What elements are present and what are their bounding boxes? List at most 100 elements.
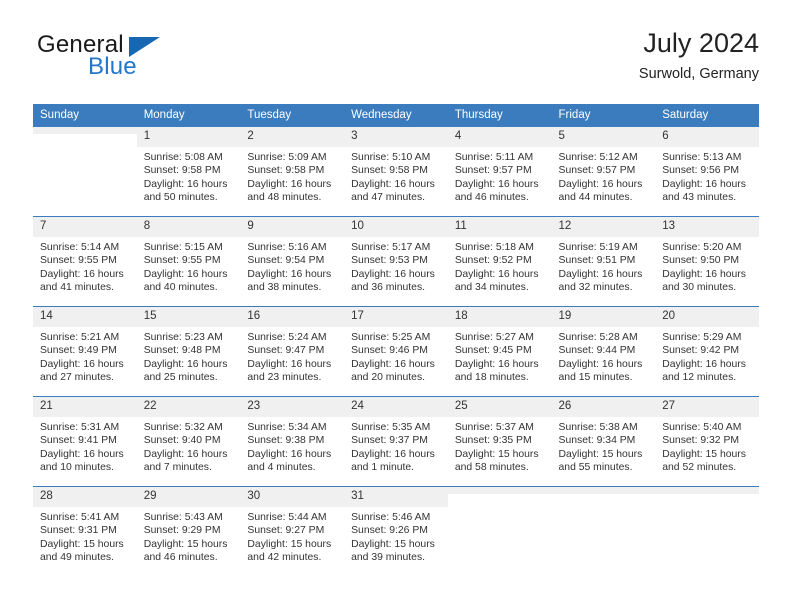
day-cell[interactable]: 22 Sunrise: 5:32 AM Sunset: 9:40 PM Dayl…: [136, 396, 241, 487]
day-info: Sunrise: 5:25 AM Sunset: 9:46 PM Dayligh…: [344, 327, 448, 385]
day-cell[interactable]: 8 Sunrise: 5:15 AM Sunset: 9:55 PM Dayli…: [136, 216, 241, 307]
day-cell[interactable]: 5 Sunrise: 5:12 AM Sunset: 9:57 PM Dayli…: [551, 126, 656, 217]
day-cell[interactable]: 17 Sunrise: 5:25 AM Sunset: 9:46 PM Dayl…: [344, 306, 448, 397]
day-info: Sunrise: 5:19 AM Sunset: 9:51 PM Dayligh…: [552, 237, 656, 295]
day-number: 6: [655, 127, 759, 147]
page-header: General Blue July 2024 Surwold, Germany: [33, 26, 759, 98]
sunrise-text: Sunrise: 5:28 AM: [558, 332, 638, 343]
calendar-body: 1 Sunrise: 5:08 AM Sunset: 9:58 PM Dayli…: [33, 126, 759, 577]
calendar-page: General Blue July 2024 Surwold, Germany …: [0, 0, 792, 612]
daylight-text-line1: Daylight: 16 hours: [143, 358, 228, 370]
day-cell[interactable]: 25 Sunrise: 5:37 AM Sunset: 9:35 PM Dayl…: [447, 396, 552, 487]
daylight-text-line1: Daylight: 15 hours: [247, 538, 332, 550]
daylight-text-line1: Daylight: 16 hours: [662, 358, 746, 370]
page-subtitle: Surwold, Germany: [638, 66, 759, 82]
sunset-text: Sunset: 9:57 PM: [454, 165, 532, 177]
day-cell[interactable]: 2 Sunrise: 5:09 AM Sunset: 9:58 PM Dayli…: [240, 126, 345, 217]
sunset-text: Sunset: 9:50 PM: [662, 255, 740, 267]
day-info: Sunrise: 5:32 AM Sunset: 9:40 PM Dayligh…: [137, 417, 241, 475]
day-number: 26: [551, 397, 656, 417]
sunset-text: Sunset: 9:27 PM: [247, 525, 325, 537]
sunrise-text: Sunrise: 5:20 AM: [662, 242, 742, 253]
day-cell[interactable]: 3 Sunrise: 5:10 AM Sunset: 9:58 PM Dayli…: [344, 126, 448, 217]
day-number: 4: [447, 127, 552, 147]
daylight-text-line2: and 48 minutes.: [247, 192, 322, 204]
day-number: 16: [240, 307, 345, 327]
day-cell: [447, 486, 552, 577]
day-cell[interactable]: 1 Sunrise: 5:08 AM Sunset: 9:58 PM Dayli…: [136, 126, 241, 217]
daylight-text-line1: Daylight: 16 hours: [247, 358, 332, 370]
day-info: Sunrise: 5:24 AM Sunset: 9:47 PM Dayligh…: [240, 327, 344, 385]
day-number: 20: [655, 307, 759, 327]
day-cell[interactable]: 13 Sunrise: 5:20 AM Sunset: 9:50 PM Dayl…: [655, 216, 759, 307]
sunrise-text: Sunrise: 5:35 AM: [351, 422, 431, 433]
day-cell[interactable]: 29 Sunrise: 5:43 AM Sunset: 9:29 PM Dayl…: [136, 486, 241, 577]
daylight-text-line2: and 27 minutes.: [40, 372, 114, 384]
day-cell[interactable]: 12 Sunrise: 5:19 AM Sunset: 9:51 PM Dayl…: [551, 216, 656, 307]
day-cell[interactable]: 7 Sunrise: 5:14 AM Sunset: 9:55 PM Dayli…: [33, 216, 137, 307]
day-info: Sunrise: 5:38 AM Sunset: 9:34 PM Dayligh…: [552, 417, 656, 475]
sunset-text: Sunset: 9:38 PM: [247, 435, 325, 447]
sunset-text: Sunset: 9:37 PM: [351, 435, 428, 447]
daylight-text-line2: and 20 minutes.: [351, 372, 426, 384]
daylight-text-line1: Daylight: 15 hours: [454, 448, 539, 460]
sunrise-text: Sunrise: 5:21 AM: [40, 332, 120, 343]
daylight-text-line1: Daylight: 16 hours: [351, 268, 435, 280]
day-info: Sunrise: 5:29 AM Sunset: 9:42 PM Dayligh…: [655, 327, 759, 385]
sunrise-text: Sunrise: 5:24 AM: [247, 332, 327, 343]
day-number: 30: [240, 487, 345, 507]
sunrise-text: Sunrise: 5:29 AM: [662, 332, 742, 343]
day-cell[interactable]: 21 Sunrise: 5:31 AM Sunset: 9:41 PM Dayl…: [33, 396, 137, 487]
sunset-text: Sunset: 9:55 PM: [143, 255, 221, 267]
sunset-text: Sunset: 9:56 PM: [662, 165, 740, 177]
day-number: 28: [33, 487, 137, 507]
weekday-header-tuesday: Tuesday: [240, 104, 345, 127]
sunrise-text: Sunrise: 5:14 AM: [40, 242, 120, 253]
daylight-text-line1: Daylight: 16 hours: [247, 268, 332, 280]
day-cell[interactable]: 23 Sunrise: 5:34 AM Sunset: 9:38 PM Dayl…: [240, 396, 345, 487]
daylight-text-line1: Daylight: 15 hours: [40, 538, 124, 550]
weekday-header-row: Sunday Monday Tuesday Wednesday Thursday…: [33, 104, 759, 127]
sunset-text: Sunset: 9:34 PM: [558, 435, 636, 447]
general-blue-logo[interactable]: General Blue: [33, 32, 233, 88]
sunset-text: Sunset: 9:44 PM: [558, 345, 636, 357]
sunset-text: Sunset: 9:57 PM: [558, 165, 636, 177]
day-cell[interactable]: 27 Sunrise: 5:40 AM Sunset: 9:32 PM Dayl…: [655, 396, 759, 487]
day-cell[interactable]: 14 Sunrise: 5:21 AM Sunset: 9:49 PM Dayl…: [33, 306, 137, 397]
day-cell[interactable]: 18 Sunrise: 5:27 AM Sunset: 9:45 PM Dayl…: [447, 306, 552, 397]
day-cell[interactable]: 20 Sunrise: 5:29 AM Sunset: 9:42 PM Dayl…: [655, 306, 759, 397]
daylight-text-line2: and 58 minutes.: [454, 462, 529, 474]
day-cell[interactable]: 30 Sunrise: 5:44 AM Sunset: 9:27 PM Dayl…: [240, 486, 345, 577]
day-number: 10: [344, 217, 448, 237]
day-cell[interactable]: 26 Sunrise: 5:38 AM Sunset: 9:34 PM Dayl…: [551, 396, 656, 487]
daylight-text-line1: Daylight: 16 hours: [40, 448, 124, 460]
day-cell[interactable]: 31 Sunrise: 5:46 AM Sunset: 9:26 PM Dayl…: [344, 486, 448, 577]
day-number: 29: [136, 487, 241, 507]
sunset-text: Sunset: 9:49 PM: [40, 345, 117, 357]
weekday-header-saturday: Saturday: [655, 104, 759, 127]
weekday-header-wednesday: Wednesday: [344, 104, 448, 127]
day-cell[interactable]: 24 Sunrise: 5:35 AM Sunset: 9:37 PM Dayl…: [344, 396, 448, 487]
day-cell[interactable]: 15 Sunrise: 5:23 AM Sunset: 9:48 PM Dayl…: [136, 306, 241, 397]
day-cell[interactable]: 4 Sunrise: 5:11 AM Sunset: 9:57 PM Dayli…: [447, 126, 552, 217]
sunset-text: Sunset: 9:35 PM: [454, 435, 532, 447]
day-cell[interactable]: 9 Sunrise: 5:16 AM Sunset: 9:54 PM Dayli…: [240, 216, 345, 307]
title-block: July 2024 Surwold, Germany: [639, 26, 759, 84]
daylight-text-line2: and 25 minutes.: [143, 372, 218, 384]
sunset-text: Sunset: 9:54 PM: [247, 255, 325, 267]
daylight-text-line1: Daylight: 16 hours: [454, 178, 539, 190]
daylight-text-line2: and 39 minutes.: [351, 552, 426, 564]
day-info: Sunrise: 5:21 AM Sunset: 9:49 PM Dayligh…: [33, 327, 137, 385]
sunrise-text: Sunrise: 5:09 AM: [247, 152, 327, 163]
day-cell[interactable]: 16 Sunrise: 5:24 AM Sunset: 9:47 PM Dayl…: [240, 306, 345, 397]
day-cell[interactable]: 28 Sunrise: 5:41 AM Sunset: 9:31 PM Dayl…: [33, 486, 137, 577]
day-cell[interactable]: 19 Sunrise: 5:28 AM Sunset: 9:44 PM Dayl…: [551, 306, 656, 397]
day-info: Sunrise: 5:46 AM Sunset: 9:26 PM Dayligh…: [344, 507, 448, 565]
sunrise-text: Sunrise: 5:44 AM: [247, 512, 327, 523]
day-cell[interactable]: 11 Sunrise: 5:18 AM Sunset: 9:52 PM Dayl…: [447, 216, 552, 307]
day-cell[interactable]: 6 Sunrise: 5:13 AM Sunset: 9:56 PM Dayli…: [655, 126, 759, 217]
day-number: 3: [344, 127, 448, 147]
sunrise-text: Sunrise: 5:15 AM: [143, 242, 223, 253]
day-cell[interactable]: 10 Sunrise: 5:17 AM Sunset: 9:53 PM Dayl…: [344, 216, 448, 307]
sunrise-text: Sunrise: 5:31 AM: [40, 422, 120, 433]
